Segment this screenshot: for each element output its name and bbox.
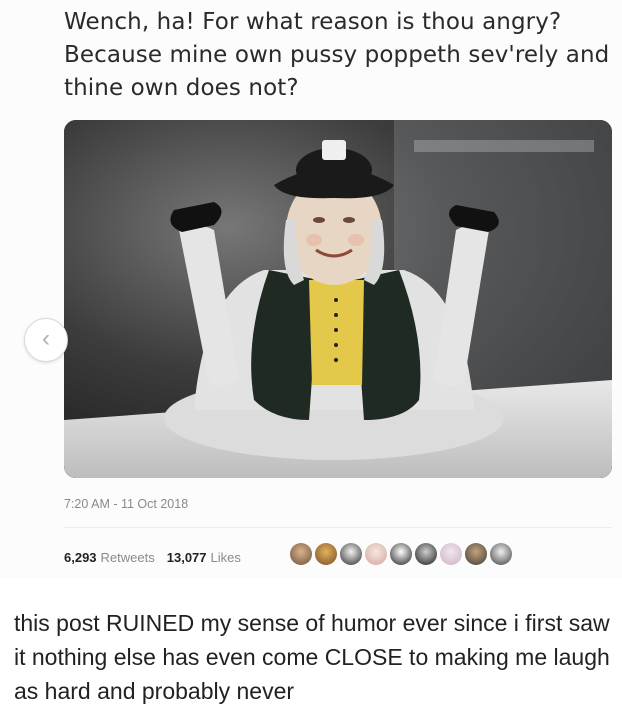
avatar[interactable] bbox=[365, 543, 387, 565]
likes-label[interactable]: Likes bbox=[211, 550, 241, 565]
post-caption: this post RUINED my sense of humor ever … bbox=[14, 610, 610, 704]
avatar[interactable] bbox=[340, 543, 362, 565]
avatar[interactable] bbox=[290, 543, 312, 565]
avatar[interactable] bbox=[390, 543, 412, 565]
divider bbox=[64, 527, 612, 528]
liker-avatars bbox=[290, 543, 512, 565]
avatar[interactable] bbox=[440, 543, 462, 565]
avatar[interactable] bbox=[415, 543, 437, 565]
tweet-stats: 6,293 Retweets 13,077 Likes bbox=[64, 545, 253, 569]
tweet-card: Wench, ha! For what reason is thou angry… bbox=[0, 0, 622, 578]
likes-count[interactable]: 13,077 bbox=[167, 550, 207, 565]
retweets-count[interactable]: 6,293 bbox=[64, 550, 97, 565]
tweet-timestamp[interactable]: 7:20 AM - 11 Oct 2018 bbox=[64, 497, 188, 511]
retweets-label[interactable]: Retweets bbox=[101, 550, 155, 565]
avatar[interactable] bbox=[315, 543, 337, 565]
figurine-illustration bbox=[64, 120, 612, 478]
avatar[interactable] bbox=[490, 543, 512, 565]
tweet-photo[interactable] bbox=[64, 120, 612, 478]
carousel-prev-button[interactable]: ‹ bbox=[24, 318, 68, 362]
avatar[interactable] bbox=[465, 543, 487, 565]
chevron-left-icon: ‹ bbox=[42, 325, 50, 352]
tweet-text: Wench, ha! For what reason is thou angry… bbox=[64, 9, 610, 101]
